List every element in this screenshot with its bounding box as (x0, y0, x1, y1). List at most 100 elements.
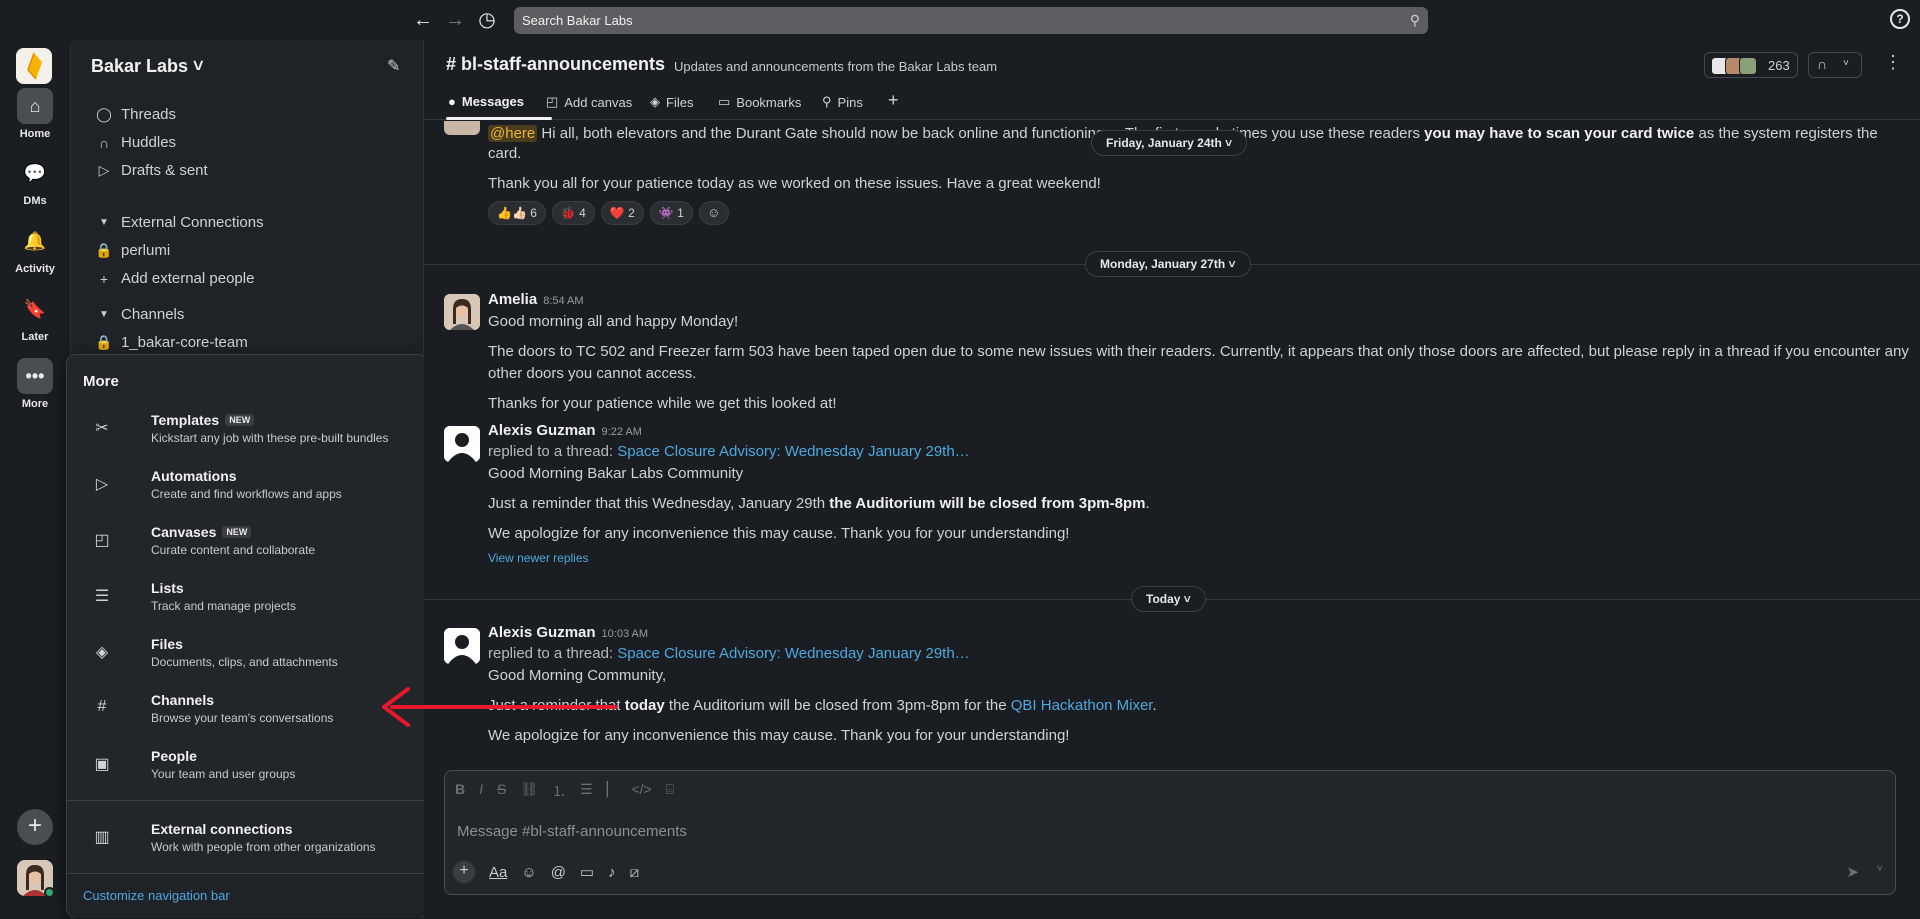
search-placeholder: Search Bakar Labs (522, 13, 633, 28)
add-workspace-button[interactable]: + (17, 809, 53, 845)
workspace-logo[interactable] (16, 48, 52, 84)
view-newer-replies-link[interactable]: View newer replies (488, 551, 589, 565)
avatar[interactable] (444, 426, 480, 462)
rail-later[interactable]: 🔖 Later (0, 291, 70, 344)
folder-icon: ▭ (718, 94, 731, 109)
avatar[interactable] (444, 628, 480, 664)
avatar[interactable] (444, 294, 480, 330)
message-timestamp[interactable]: 10:03 AM (602, 628, 648, 640)
attach-plus-icon[interactable]: + (453, 861, 475, 883)
bold-icon[interactable]: B (455, 781, 465, 801)
tab-files[interactable]: ◈ Files (650, 94, 693, 110)
back-arrow-icon[interactable]: ← (410, 8, 436, 32)
sidebar-item-core-team[interactable]: 🔒 1_bakar-core-team (95, 334, 247, 351)
date-divider-pill[interactable]: Monday, January 27th ˅ (1085, 251, 1251, 277)
sidebar-item-drafts[interactable]: ▷ Drafts & sent (95, 162, 208, 179)
date-divider-pill[interactable]: Friday, January 24th ˅ (1091, 130, 1248, 156)
add-reaction-icon[interactable]: ☺ (698, 201, 729, 225)
rail-activity[interactable]: 🔔 Activity (0, 223, 70, 276)
canvas-icon: ◰ (546, 94, 559, 109)
compose-icon[interactable]: ✎ (387, 56, 400, 76)
here-mention[interactable]: @here (488, 125, 538, 142)
more-item-canvases[interactable]: ◰ Canvases NEW Curate content and collabo… (83, 522, 413, 572)
more-options-icon[interactable]: ⋮ (1884, 52, 1902, 73)
customize-navigation-link[interactable]: Customize navigation bar (83, 888, 230, 903)
date-divider-pill[interactable]: Today ˅ (1131, 586, 1206, 612)
sidebar-item-threads[interactable]: ◯ Threads (95, 106, 176, 123)
forward-arrow-icon[interactable]: → (442, 8, 468, 32)
more-item-people[interactable]: ▣ People Your team and user groups (83, 746, 413, 796)
video-icon[interactable]: ▭ (580, 863, 594, 881)
sidebar-item-perlumi[interactable]: 🔒 perlumi (95, 242, 170, 259)
more-item-files[interactable]: ◈ Files Documents, clips, and attachment… (83, 634, 413, 684)
message-author[interactable]: Alexis Guzman 9:22 AM (488, 422, 642, 439)
thread-link[interactable]: Space Closure Advisory: Wednesday Januar… (617, 443, 969, 460)
tab-add-canvas[interactable]: ◰ Add canvas (546, 94, 632, 110)
reaction-thumbs[interactable]: 👍👍🏻 6 (488, 201, 546, 225)
search-icon: ⚲ (1409, 12, 1420, 28)
text-format-icon[interactable]: Aa (489, 864, 507, 881)
message-text: Good morning all and happy Monday! (488, 313, 739, 330)
add-external-people-button[interactable]: + Add external people (95, 270, 255, 287)
reaction-alien[interactable]: 👾 1 (649, 201, 693, 225)
tab-messages[interactable]: ● Messages (448, 94, 524, 109)
hackathon-link[interactable]: QBI Hackathon Mixer (1011, 697, 1153, 714)
channel-title[interactable]: # bl-staff-announcements (446, 54, 665, 75)
more-item-external-connections[interactable]: ▥ External connections Work with people … (83, 819, 413, 869)
sidebar-item-huddles[interactable]: ∩ Huddles (95, 134, 176, 151)
rail-more[interactable]: ••• More (0, 358, 70, 410)
workspace-name[interactable]: Bakar Labs ˅ (91, 56, 204, 77)
more-menu-footer: Customize navigation bar (67, 873, 427, 918)
message-author[interactable]: Alexis Guzman 10:03 AM (488, 624, 648, 641)
lock-icon: 🔒 (95, 242, 113, 258)
link-icon[interactable]: ⛓ (520, 781, 538, 801)
members-button[interactable]: 263 (1704, 52, 1798, 78)
message-input[interactable]: Message #bl-staff-announcements (457, 823, 687, 840)
add-tab-button[interactable]: + (888, 90, 899, 111)
sidebar-huddles-label: Huddles (121, 134, 177, 151)
more-item-automations[interactable]: ▷ Automations Create and find workflows … (83, 466, 413, 516)
emoji-icon[interactable]: ☺ (521, 864, 536, 881)
message-timestamp[interactable]: 8:54 AM (543, 295, 583, 307)
send-icon[interactable]: ➤ (1846, 863, 1859, 881)
reaction-heart[interactable]: ❤️ 2 (600, 201, 644, 225)
huddle-button[interactable]: ∩ ˅ (1808, 52, 1862, 78)
slash-command-icon[interactable]: ⧄ (630, 864, 640, 881)
reaction-bar: 👍👍🏻 6 🐞 4 ❤️ 2 👾 1 ☺ (488, 201, 729, 225)
code-block-icon[interactable]: ⌸ (666, 781, 674, 801)
search-input[interactable]: Search Bakar Labs ⚲ (514, 7, 1428, 34)
message-timestamp[interactable]: 9:22 AM (602, 426, 642, 438)
ordered-list-icon[interactable]: ⒈ (552, 781, 566, 801)
bell-icon: 🔔 (23, 230, 47, 251)
reaction-bug[interactable]: 🐞 4 (551, 201, 595, 225)
blockquote-icon[interactable]: ▏ (607, 781, 618, 801)
people-icon: ▣ (94, 756, 110, 773)
section-channels[interactable]: ▼ Channels (95, 306, 184, 323)
more-item-channels[interactable]: # Channels Browse your team's conversati… (83, 690, 413, 740)
strikethrough-icon[interactable]: S (497, 781, 506, 801)
thread-link[interactable]: Space Closure Advisory: Wednesday Januar… (617, 645, 969, 662)
rail-home[interactable]: ⌂ Home (0, 88, 70, 140)
code-icon[interactable]: </> (631, 781, 651, 801)
more-item-templates[interactable]: ✂ Templates NEW Kickstart any job with th… (83, 410, 413, 460)
message-fragment: Just a reminder that (488, 697, 625, 714)
tab-bookmarks[interactable]: ▭ Bookmarks (718, 94, 801, 110)
divider (67, 800, 427, 801)
rail-dms[interactable]: 💬 DMs (0, 155, 70, 208)
tab-pins[interactable]: ⚲ Pins (822, 94, 863, 110)
mention-icon[interactable]: @ (551, 864, 566, 881)
more-item-lists[interactable]: ☰ Lists Track and manage projects (83, 578, 413, 628)
message-text: Just a reminder that this Wednesday, Jan… (488, 495, 1150, 512)
author-name: Alexis Guzman (488, 422, 596, 439)
message-text: other doors you cannot access. (488, 365, 697, 382)
history-icon[interactable]: ◷ (474, 8, 500, 32)
italic-icon[interactable]: I (479, 781, 483, 801)
section-external-connections[interactable]: ▼ External Connections (95, 214, 264, 231)
message-author[interactable]: Amelia 8:54 AM (488, 291, 584, 308)
bulleted-list-icon[interactable]: ☰ (580, 781, 593, 801)
microphone-icon[interactable]: ♪ (608, 864, 616, 881)
message-fragment: as the system registers the (1694, 125, 1878, 142)
channel-tabs: ● Messages ◰ Add canvas ◈ Files ▭ Bookma… (424, 85, 1920, 120)
help-icon[interactable]: ? (1890, 9, 1910, 29)
chevron-down-icon[interactable]: ˅ (1877, 863, 1883, 875)
